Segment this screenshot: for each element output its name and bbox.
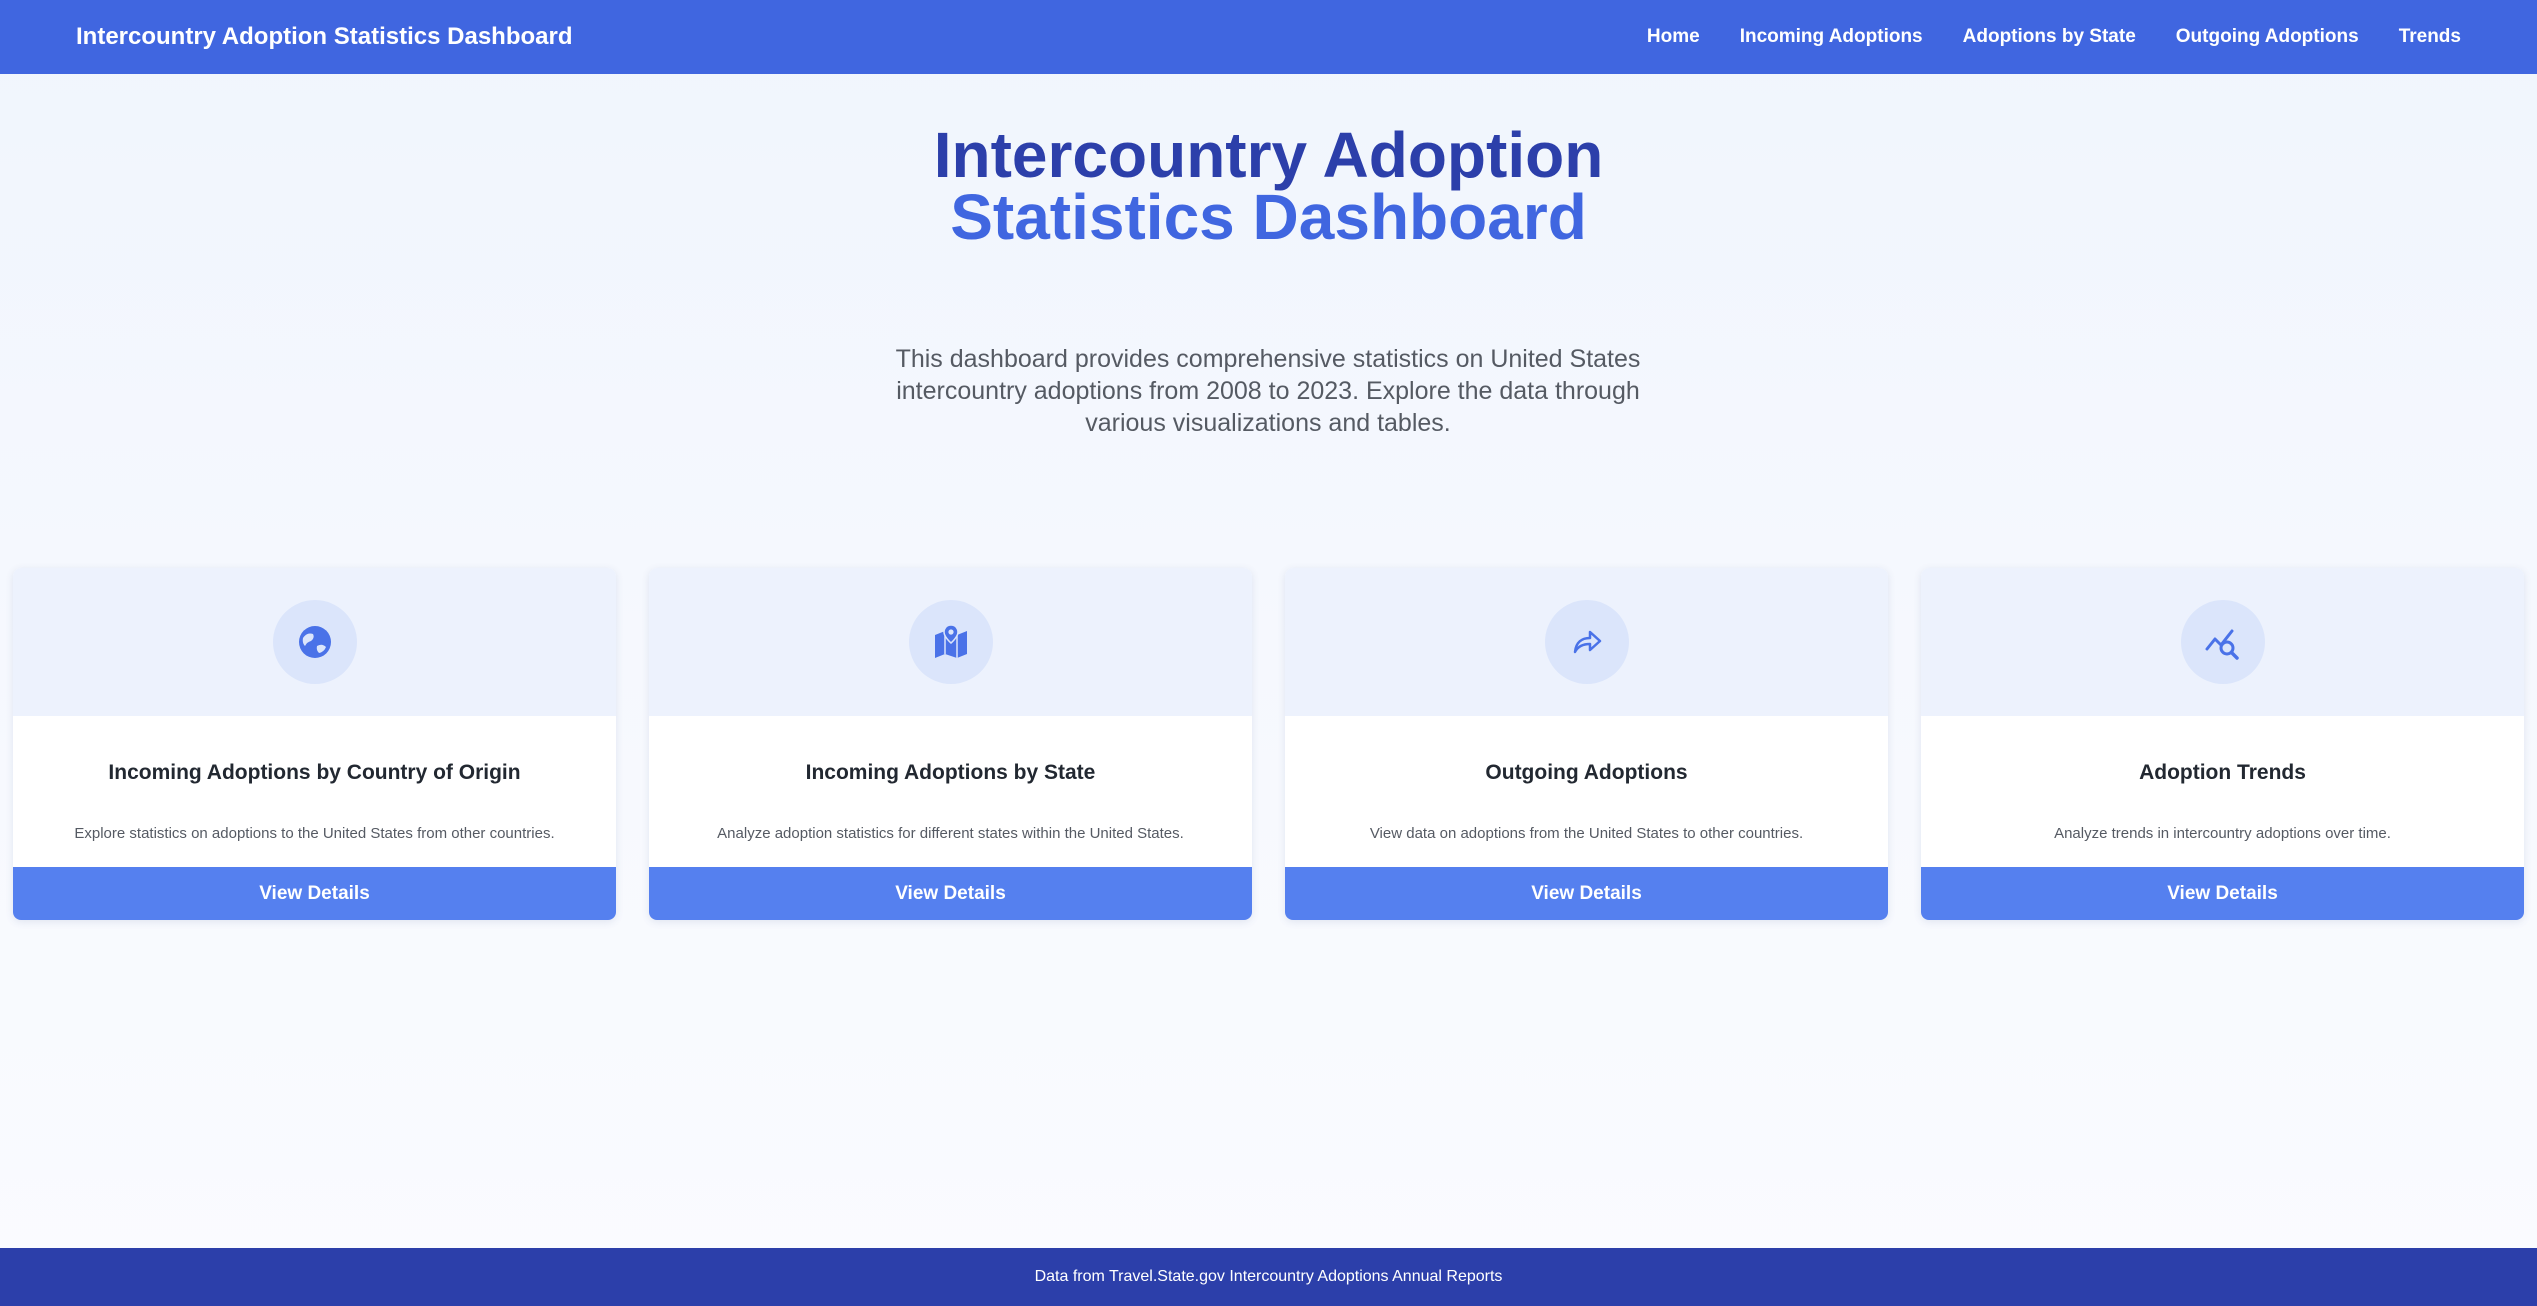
card-description: Analyze adoption statistics for differen… [717, 825, 1184, 842]
nav-link-incoming-adoptions[interactable]: Incoming Adoptions [1740, 26, 1923, 48]
card-title: Adoption Trends [2139, 761, 2306, 784]
footer-text: Data from Travel.State.gov Intercountry … [1034, 1268, 1503, 1285]
card-header [649, 568, 1252, 716]
page-description: This dashboard provides comprehensive st… [895, 345, 1641, 437]
view-details-button[interactable]: View Details [13, 867, 616, 920]
nav-links: Home Incoming Adoptions Adoptions by Sta… [1607, 26, 2461, 48]
nav-link-trends[interactable]: Trends [2399, 26, 2461, 48]
chart-search-icon [2180, 600, 2265, 684]
globe-icon [272, 600, 357, 684]
card-outgoing-adoptions: Outgoing Adoptions View data on adoption… [1285, 568, 1888, 920]
card-incoming-by-state: Incoming Adoptions by State Analyze adop… [649, 568, 1252, 920]
card-header [1285, 568, 1888, 716]
top-navbar: Intercountry Adoption Statistics Dashboa… [0, 0, 2537, 74]
map-pin-icon [908, 600, 993, 684]
nav-link-home[interactable]: Home [1647, 26, 1700, 48]
card-description: Explore statistics on adoptions to the U… [74, 825, 555, 842]
nav-link-outgoing-adoptions[interactable]: Outgoing Adoptions [2176, 26, 2359, 48]
card-description: View data on adoptions from the United S… [1369, 825, 1804, 842]
card-title: Incoming Adoptions by State [805, 761, 1096, 784]
card-header [13, 568, 616, 716]
card-title: Incoming Adoptions by Country of Origin [108, 761, 521, 784]
card-header [1921, 568, 2524, 716]
page-title: Intercountry Adoption Statistics Dashboa… [0, 119, 2537, 253]
view-details-button[interactable]: View Details [1285, 867, 1888, 920]
page-title-line2: Statistics Dashboard [950, 181, 1587, 253]
page-footer: Data from Travel.State.gov Intercountry … [0, 1248, 2537, 1306]
card-description: Analyze trends in intercountry adoptions… [2054, 825, 2391, 842]
view-details-button[interactable]: View Details [1921, 867, 2524, 920]
nav-link-adoptions-by-state[interactable]: Adoptions by State [1963, 26, 2136, 48]
view-details-button[interactable]: View Details [649, 867, 1252, 920]
card-incoming-by-country: Incoming Adoptions by Country of Origin … [13, 568, 616, 920]
feature-cards: Incoming Adoptions by Country of Origin … [13, 568, 2524, 920]
share-arrow-icon [1544, 600, 1629, 684]
card-adoption-trends: Adoption Trends Analyze trends in interc… [1921, 568, 2524, 920]
brand-title[interactable]: Intercountry Adoption Statistics Dashboa… [76, 23, 573, 51]
card-title: Outgoing Adoptions [1485, 761, 1688, 784]
page-title-line1: Intercountry Adoption [933, 119, 1604, 191]
